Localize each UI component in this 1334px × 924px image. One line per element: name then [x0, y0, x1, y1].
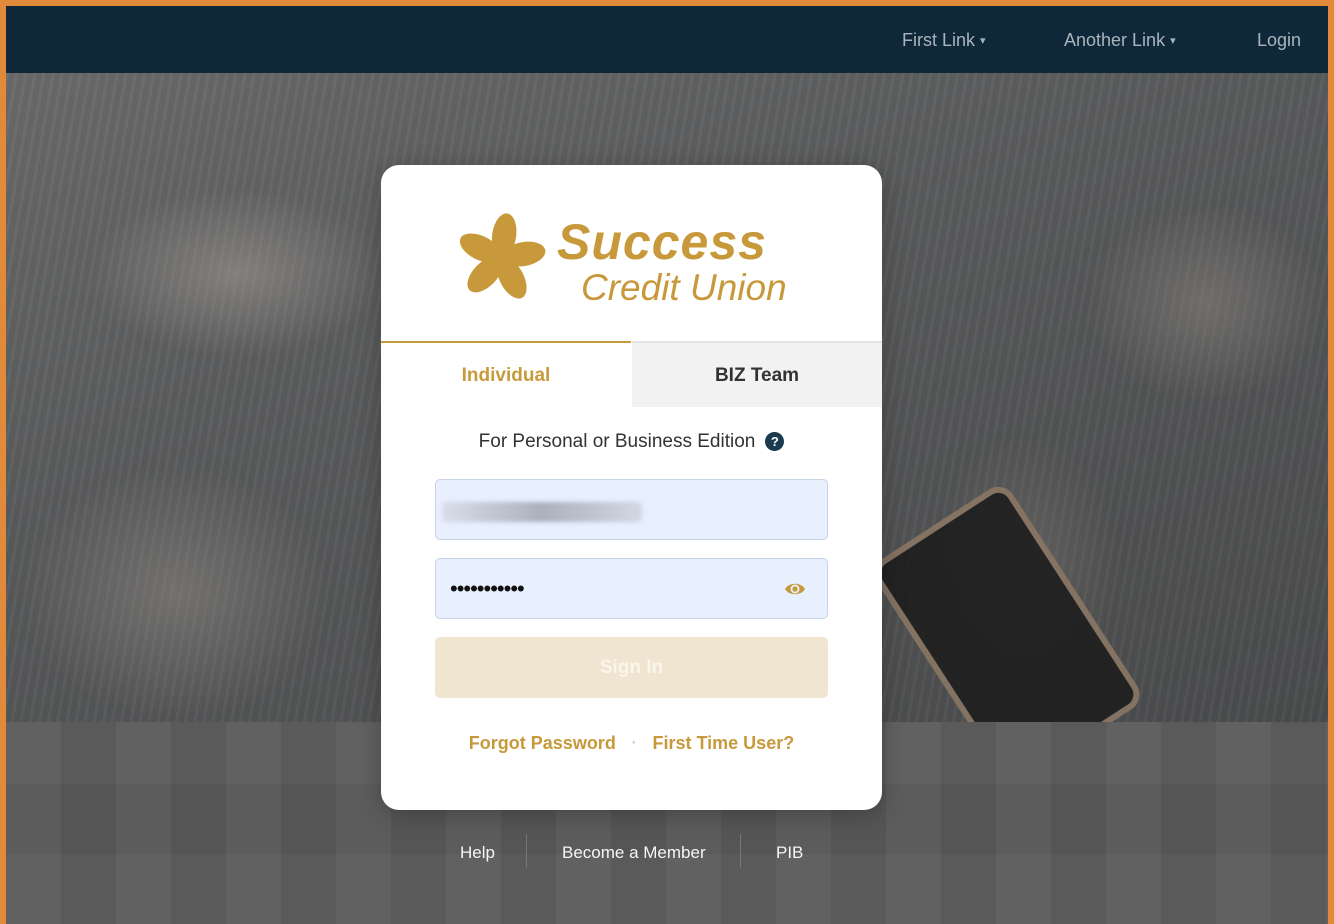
username-field[interactable]	[435, 479, 828, 540]
password-field[interactable]: •••••••••••	[435, 558, 828, 619]
flower-pinwheel-icon	[459, 213, 546, 299]
password-value: •••••••••••	[450, 576, 525, 601]
footer-become-member-link[interactable]: Become a Member	[562, 843, 706, 863]
sign-in-button[interactable]: Sign In	[435, 637, 828, 698]
help-icon[interactable]: ?	[765, 432, 785, 451]
tab-biz-team[interactable]: BIZ Team	[632, 341, 882, 407]
nav-login[interactable]: Login	[1257, 30, 1301, 51]
footer-help-link[interactable]: Help	[460, 843, 495, 863]
brand-subtitle: Credit Union	[581, 267, 787, 308]
footer-divider	[740, 834, 741, 868]
edition-label: For Personal or Business Edition?	[381, 431, 882, 453]
caret-down-icon: ▾	[1170, 35, 1176, 47]
brand-logo: Success Credit Union	[451, 213, 811, 313]
login-card: Success Credit Union Individual BIZ Team…	[381, 165, 882, 810]
eye-icon[interactable]	[784, 580, 806, 598]
first-time-user-link[interactable]: First Time User?	[652, 733, 794, 753]
footer-links: Help Become a Member PIB	[6, 834, 1328, 874]
brand-name: Success	[557, 214, 767, 270]
page-frame: First Link ▾ Another Link ▾ Login Succes…	[6, 6, 1328, 924]
help-links: Forgot Password · First Time User?	[381, 733, 882, 754]
top-navbar: First Link ▾ Another Link ▾ Login	[6, 6, 1328, 73]
footer-divider	[526, 834, 527, 868]
forgot-password-link[interactable]: Forgot Password	[469, 733, 616, 753]
caret-down-icon: ▾	[980, 35, 986, 47]
tab-individual[interactable]: Individual	[381, 341, 631, 407]
login-tabs: Individual BIZ Team	[381, 341, 882, 407]
link-separator: ·	[631, 734, 637, 750]
nav-first-link[interactable]: First Link ▾	[902, 30, 986, 51]
nav-another-link[interactable]: Another Link ▾	[1064, 30, 1176, 51]
obscured-username	[442, 502, 642, 522]
footer-pib-link[interactable]: PIB	[776, 843, 803, 863]
